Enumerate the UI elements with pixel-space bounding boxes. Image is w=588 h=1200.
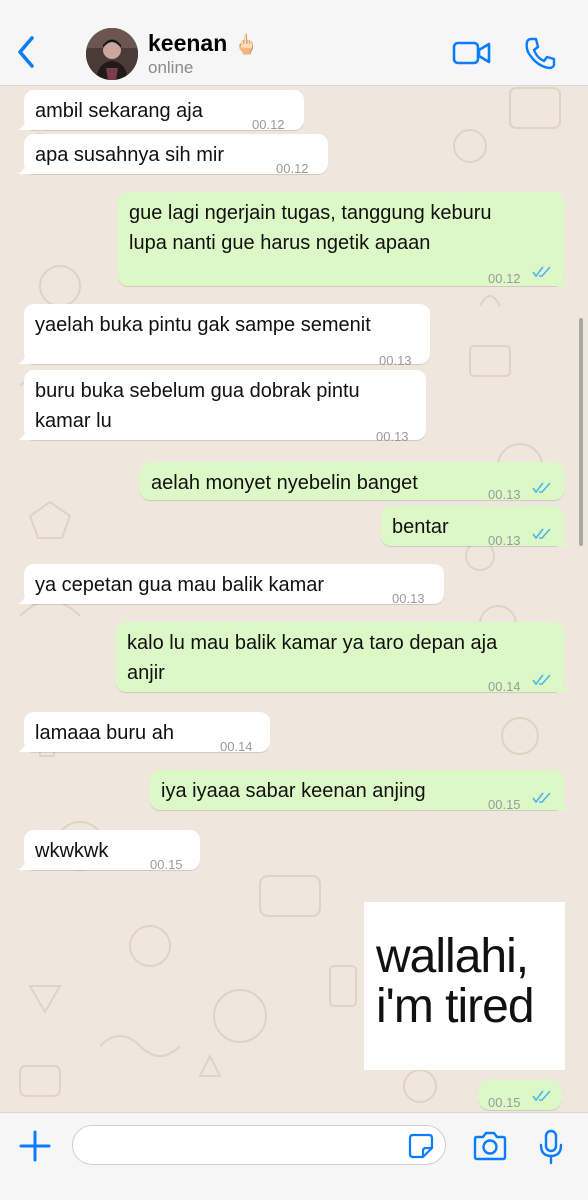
bubble-tail — [18, 738, 32, 752]
message-text: wkwkwk — [35, 840, 109, 862]
scrollbar[interactable] — [579, 318, 583, 546]
message-input[interactable] — [72, 1125, 446, 1165]
message-text: bentar — [392, 516, 449, 538]
message-incoming[interactable]: buru buka sebelum gua dobrak pintu kamar… — [18, 370, 426, 444]
message-time: 00.13 — [376, 429, 409, 444]
message-time: 00.12 — [488, 271, 521, 286]
read-ticks-icon — [532, 266, 551, 278]
message-time: 00.14 — [220, 739, 253, 754]
message-incoming[interactable]: apa susahnya sih mir 00.12 — [18, 134, 328, 176]
sticker-message[interactable]: wallahi, i'm tired — [364, 902, 565, 1070]
chat-area[interactable]: ambil sekarang aja 00.12 apa susahnya si… — [0, 86, 588, 1112]
composer-bar — [0, 1112, 588, 1200]
message-outgoing[interactable]: iya iyaaa sabar keenan anjing 00.15 — [150, 770, 570, 812]
message-text: ambil sekarang aja — [35, 100, 203, 122]
message-time: 00.15 — [150, 857, 183, 872]
read-ticks-icon — [532, 528, 551, 540]
message-text: apa susahnya sih mir — [35, 144, 224, 166]
microphone-icon[interactable] — [538, 1129, 564, 1165]
bubble-tail — [556, 272, 570, 286]
message-time: 00.13 — [488, 533, 521, 548]
contact-name-text: keenan — [148, 30, 228, 56]
contact-status: online — [148, 58, 194, 77]
message-text: kamar lu — [35, 410, 112, 432]
bubble-tail — [556, 678, 570, 692]
message-time: 00.13 — [392, 591, 425, 606]
bubble-tail — [556, 532, 570, 546]
message-incoming[interactable]: wkwkwk 00.15 — [18, 830, 200, 872]
message-outgoing[interactable]: bentar 00.13 — [381, 506, 570, 548]
message-time: 00.15 — [488, 797, 521, 812]
chevron-left-icon[interactable] — [12, 32, 42, 72]
bubble-tail — [18, 856, 32, 870]
message-text: buru buka sebelum gua dobrak pintu — [35, 380, 360, 402]
message-text: lupa nanti gue harus ngetik apaan — [129, 232, 431, 254]
message-incoming[interactable]: yaelah buka pintu gak sampe semenit 00.1… — [18, 304, 430, 368]
message-time: 00.12 — [276, 161, 309, 176]
sticker-line-1: wallahi, — [376, 930, 529, 983]
read-ticks-icon — [532, 674, 551, 686]
bubble-tail — [18, 160, 32, 174]
message-incoming[interactable]: ya cepetan gua mau balik kamar 00.13 — [18, 564, 444, 606]
message-text: lamaaa buru ah — [35, 722, 174, 744]
message-incoming[interactable]: lamaaa buru ah 00.14 — [18, 712, 270, 754]
sticker-line-2: i'm tired — [376, 980, 535, 1033]
message-text: gue lagi ngerjain tugas, tanggung keburu — [129, 202, 492, 224]
video-camera-icon[interactable] — [452, 38, 492, 68]
bubble-tail — [18, 350, 32, 364]
message-outgoing[interactable]: kalo lu mau balik kamar ya taro depan aj… — [116, 622, 570, 694]
message-text: iya iyaaa sabar keenan anjing — [161, 780, 426, 802]
chat-header: keenan 🖕🏻 online — [0, 0, 588, 86]
plus-icon[interactable] — [18, 1129, 52, 1163]
camera-icon[interactable] — [472, 1131, 508, 1161]
middle-finger-emoji: 🖕🏻 — [233, 34, 259, 56]
avatar[interactable] — [86, 28, 138, 80]
read-ticks-icon — [532, 482, 551, 494]
bubble-tail — [556, 796, 570, 810]
message-text: kalo lu mau balik kamar ya taro depan aj… — [127, 632, 498, 654]
bubble-tail — [18, 116, 32, 130]
message-outgoing[interactable]: gue lagi ngerjain tugas, tanggung keburu… — [118, 192, 570, 286]
contact-name[interactable]: keenan 🖕🏻 — [148, 30, 259, 57]
read-ticks-icon — [532, 792, 551, 804]
message-text: ya cepetan gua mau balik kamar — [35, 574, 325, 596]
message-time: 00.14 — [488, 679, 521, 694]
message-incoming[interactable]: ambil sekarang aja 00.12 — [18, 90, 304, 132]
read-ticks-icon — [532, 1090, 551, 1102]
bubble-tail — [18, 426, 32, 440]
message-text: anjir — [127, 662, 165, 684]
sticker-icon[interactable] — [408, 1133, 434, 1159]
sticker-image-text: wallahi, i'm tired — [376, 932, 561, 1032]
sticker-timestamp: 00.15 — [478, 1080, 562, 1110]
message-text: aelah monyet nyebelin banget — [151, 472, 418, 494]
message-time: 00.15 — [488, 1095, 521, 1110]
message-text: yaelah buka pintu gak sampe semenit — [35, 314, 371, 336]
phone-icon[interactable] — [524, 36, 556, 70]
bubble-tail — [18, 590, 32, 604]
message-outgoing[interactable]: aelah monyet nyebelin banget 00.13 — [140, 462, 564, 502]
